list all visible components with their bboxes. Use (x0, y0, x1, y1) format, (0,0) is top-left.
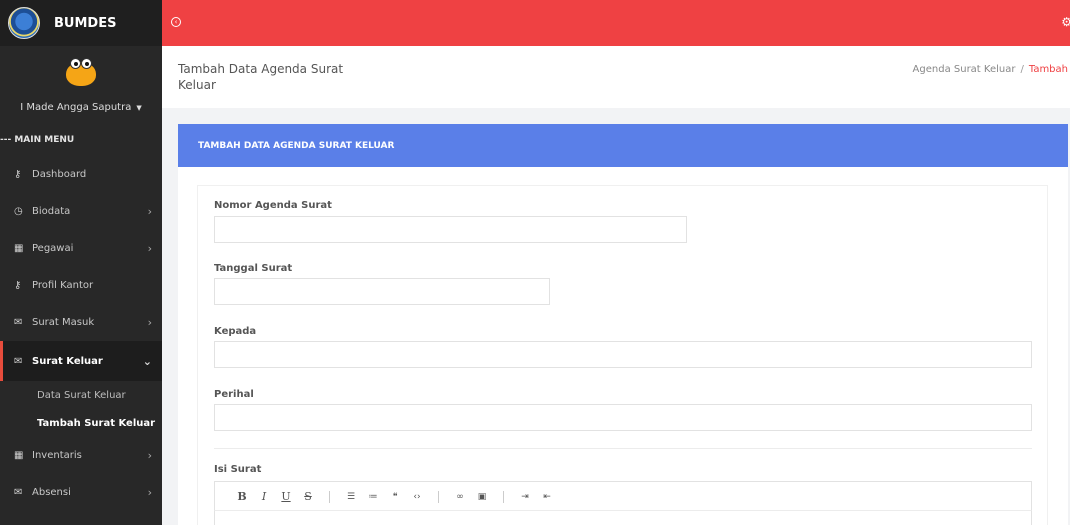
tanggal-surat-input[interactable] (214, 278, 550, 305)
card-title: TAMBAH DATA AGENDA SURAT KELUAR (178, 124, 1068, 167)
key-icon: ⚷ (14, 280, 22, 291)
form: Nomor Agenda Surat Tanggal Surat Kepada … (197, 185, 1048, 525)
breadcrumb-current: Tambah (1028, 64, 1068, 75)
sidebar-item-label: Absensi (32, 487, 71, 498)
ordered-list-icon[interactable]: ☰ (340, 492, 362, 502)
sidebar-item-surat-keluar[interactable]: ✉ Surat Keluar ⌄ (0, 341, 162, 381)
user-box: I Made Angga Saputra ▼ (0, 46, 162, 124)
chevron-right-icon: › (147, 205, 152, 218)
topbar: ‹ ⚙ (162, 0, 1070, 46)
mail-icon: ✉ (14, 317, 23, 328)
menu-header: --- MAIN MENU (0, 135, 75, 145)
key-icon: ⚷ (14, 169, 22, 180)
indent-icon[interactable]: ⇥ (514, 492, 536, 502)
sidebar-item-biodata[interactable]: ◷ Biodata › (0, 193, 162, 230)
sidebar-item-label: Profil Kantor (32, 280, 94, 291)
user-name: I Made Angga Saputra (20, 102, 132, 113)
mail-icon: ✉ (14, 355, 23, 367)
chevron-right-icon: › (147, 242, 152, 255)
kepada-input[interactable] (214, 341, 1032, 368)
bold-icon[interactable]: B (231, 490, 253, 503)
sidebar-item-label: Inventaris (32, 450, 82, 461)
toolbar-separator (329, 490, 330, 503)
sidebar-subitem-tambah-surat-keluar[interactable]: Tambah Surat Keluar (0, 409, 162, 437)
sidebar: BUMDES I Made Angga Saputra ▼ --- MAIN M… (0, 0, 162, 525)
form-card: TAMBAH DATA AGENDA SURAT KELUAR Nomor Ag… (178, 124, 1068, 525)
sidebar-item-inventaris[interactable]: ▦ Inventaris › (0, 437, 162, 474)
mail-icon: ✉ (14, 487, 23, 498)
sidebar-item-profil-kantor[interactable]: ⚷ Profil Kantor (0, 267, 162, 304)
gear-icon[interactable]: ⚙ (1061, 15, 1070, 29)
sidebar-item-label: Surat Masuk (32, 317, 95, 328)
quote-icon[interactable]: ❝ (384, 492, 406, 502)
clock-icon: ◷ (14, 206, 23, 217)
sidebar-item-surat-masuk[interactable]: ✉ Surat Masuk › (0, 304, 162, 341)
perihal-input[interactable] (214, 404, 1032, 431)
breadcrumb: Agenda Surat Keluar / Tambah (913, 64, 1068, 75)
user-menu-toggle[interactable]: I Made Angga Saputra ▼ (20, 102, 141, 113)
perihal-label: Perihal (214, 389, 254, 400)
unordered-list-icon[interactable]: ≔ (362, 492, 384, 502)
sidebar-item-label: Surat Keluar (32, 355, 103, 367)
isi-surat-label: Isi Surat (214, 464, 262, 475)
chevron-down-icon: ⌄ (142, 354, 152, 368)
calendar-icon: ▦ (14, 243, 24, 254)
strikethrough-icon[interactable]: S (297, 490, 319, 503)
brand-name: BUMDES (54, 15, 117, 31)
divider (214, 448, 1032, 449)
nomor-agenda-input[interactable] (214, 216, 687, 243)
toolbar-separator (503, 490, 504, 503)
sidebar-item-dashboard[interactable]: ⚷ Dashboard (0, 156, 162, 193)
sidebar-subitem-data-surat-keluar[interactable]: Data Surat Keluar (0, 381, 162, 409)
isi-surat-editor[interactable] (214, 510, 1032, 525)
outdent-icon[interactable]: ⇤ (536, 492, 558, 502)
chevron-right-icon: › (147, 316, 152, 329)
nomor-agenda-label: Nomor Agenda Surat (214, 200, 332, 211)
page-header: Tambah Data Agenda Surat Keluar Agenda S… (162, 46, 1070, 108)
sidebar-item-label: Biodata (32, 206, 71, 217)
underline-icon[interactable]: U (275, 490, 297, 503)
editor-toolbar: B I U S ☰ ≔ ❝ ‹› ∞ ▣ ⇥ ⇤ (214, 481, 1032, 511)
sidebar-item-label: Pegawai (32, 243, 74, 254)
caret-down-icon: ▼ (136, 103, 142, 112)
calendar-icon: ▦ (14, 450, 24, 461)
sidebar-item-label: Dashboard (32, 169, 87, 180)
breadcrumb-item[interactable]: Agenda Surat Keluar (913, 64, 1016, 75)
link-icon[interactable]: ∞ (449, 492, 471, 502)
toolbar-separator (438, 490, 439, 503)
brand-logo-icon (8, 7, 40, 39)
italic-icon[interactable]: I (253, 490, 275, 503)
breadcrumb-separator: / (1020, 64, 1024, 75)
chevron-right-icon: › (147, 449, 152, 462)
chevron-right-icon: › (147, 486, 152, 499)
kepada-label: Kepada (214, 326, 257, 337)
image-icon[interactable]: ▣ (471, 492, 493, 502)
sidebar-item-pegawai[interactable]: ▦ Pegawai › (0, 230, 162, 267)
avatar (65, 56, 97, 86)
brand[interactable]: BUMDES (0, 0, 162, 46)
page-title: Tambah Data Agenda Surat Keluar (178, 62, 344, 92)
sidebar-toggle-icon[interactable]: ‹ (171, 17, 181, 27)
code-icon[interactable]: ‹› (406, 492, 428, 502)
sidebar-item-absensi[interactable]: ✉ Absensi › (0, 474, 162, 511)
tanggal-surat-label: Tanggal Surat (214, 263, 293, 274)
